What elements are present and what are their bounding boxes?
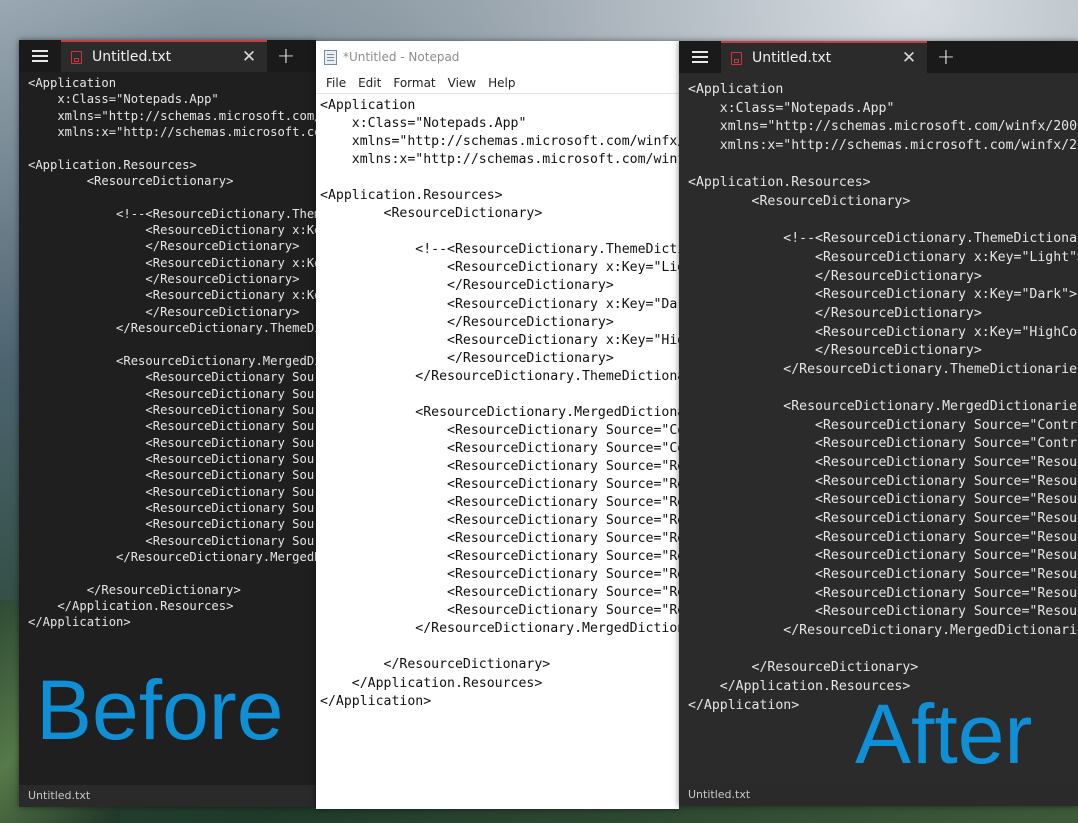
menu-hamburger-icon[interactable] xyxy=(19,40,61,72)
editor-text: <Application x:Class="Notepads.App" xmln… xyxy=(28,76,316,630)
tab-untitled[interactable]: Untitled.txt ✕ xyxy=(721,41,927,73)
tab-untitled[interactable]: Untitled.txt ✕ xyxy=(61,40,267,72)
menu-format[interactable]: Format xyxy=(387,76,441,90)
editor-text: <Application x:Class="Notepads.App" xmln… xyxy=(320,98,679,709)
menu-view[interactable]: View xyxy=(442,76,482,90)
new-tab-icon[interactable]: + xyxy=(927,41,965,73)
tab-title: Untitled.txt xyxy=(92,49,172,65)
close-tab-icon[interactable]: ✕ xyxy=(899,48,919,68)
unsaved-file-icon xyxy=(71,50,82,64)
text-editor[interactable]: <Application x:Class="Notepads.App" xmln… xyxy=(679,73,1078,784)
menu-edit[interactable]: Edit xyxy=(352,76,387,90)
title-bar: *Untitled - Notepad xyxy=(316,41,679,73)
notepads-window-before: Untitled.txt ✕ + <Application x:Class="N… xyxy=(19,40,316,807)
title-bar: Untitled.txt ✕ + xyxy=(19,40,316,72)
text-editor[interactable]: <Application x:Class="Notepads.App" xmln… xyxy=(316,93,679,809)
text-editor[interactable]: <Application x:Class="Notepads.App" xmln… xyxy=(19,72,316,785)
window-title: *Untitled - Notepad xyxy=(343,50,460,64)
menu-file[interactable]: File xyxy=(320,76,352,90)
editor-text: <Application x:Class="Notepads.App" xmln… xyxy=(688,82,1078,713)
status-bar-filename: Untitled.txt xyxy=(679,784,1078,806)
notepad-window: *Untitled - Notepad File Edit Format Vie… xyxy=(316,41,679,809)
status-bar-filename: Untitled.txt xyxy=(19,785,316,807)
unsaved-file-icon xyxy=(731,51,742,65)
menu-help[interactable]: Help xyxy=(482,76,521,90)
new-tab-icon[interactable]: + xyxy=(267,40,305,72)
notepads-window-after: Untitled.txt ✕ + <Application x:Class="N… xyxy=(679,41,1078,806)
title-bar: Untitled.txt ✕ + xyxy=(679,41,1078,73)
tab-title: Untitled.txt xyxy=(752,50,832,66)
menu-bar: File Edit Format View Help xyxy=(316,73,679,93)
notepad-app-icon xyxy=(324,49,337,65)
menu-hamburger-icon[interactable] xyxy=(679,41,721,73)
close-tab-icon[interactable]: ✕ xyxy=(239,47,259,67)
